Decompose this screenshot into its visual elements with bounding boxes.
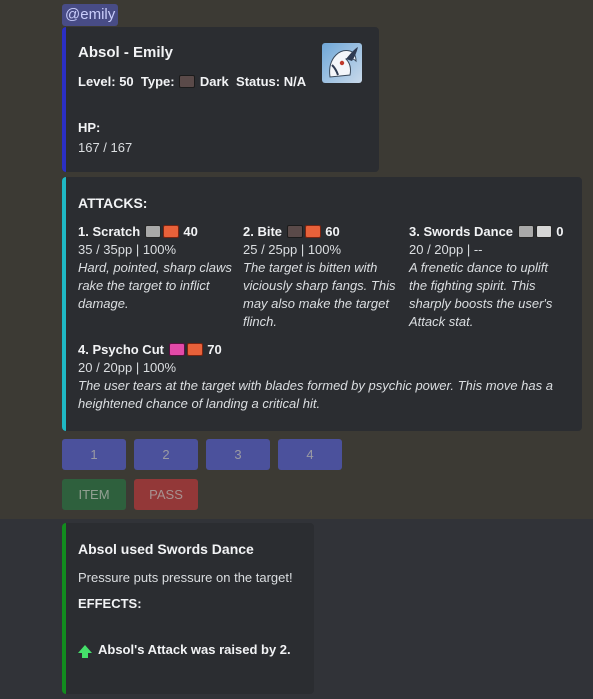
move-2-button[interactable]: 2 bbox=[134, 439, 198, 470]
embed-accent-bar bbox=[62, 177, 66, 431]
status-value: N/A bbox=[283, 74, 307, 89]
hp-value: 167 / 167 bbox=[78, 140, 133, 155]
dark-type-icon bbox=[286, 225, 303, 239]
attack-4-title: 4. Psycho Cut bbox=[78, 342, 164, 357]
attacks-heading: ATTACKS: bbox=[78, 195, 148, 211]
type-label: Type: bbox=[140, 74, 175, 89]
level-value: 50 bbox=[119, 74, 134, 89]
move-result-embed: Absol used Swords Dance Pressure puts pr… bbox=[62, 523, 314, 694]
attack-4-power: 70 bbox=[207, 342, 222, 357]
move-4-button[interactable]: 4 bbox=[278, 439, 342, 470]
normal-type-icon bbox=[517, 225, 534, 239]
embed-accent-bar bbox=[62, 27, 66, 172]
embed-accent-bar bbox=[62, 523, 66, 694]
item-button[interactable]: ITEM bbox=[62, 479, 126, 510]
attack-1: 1. Scratch 40 35 / 35pp | 100% Hard, poi… bbox=[78, 223, 233, 313]
dark-type-icon bbox=[179, 75, 196, 89]
psychic-type-icon bbox=[168, 343, 185, 357]
user-mention[interactable]: @emily bbox=[62, 4, 119, 26]
pokemon-status-embed: Absol - Emily Level: 50 Type: Dark Statu… bbox=[62, 27, 379, 172]
status-label: Status: bbox=[236, 74, 281, 89]
attack-1-desc: Hard, pointed, sharp claws rake the targ… bbox=[78, 260, 232, 311]
effects-label: EFFECTS: bbox=[78, 596, 142, 611]
attack-2-pp: 25 / 25pp | 100% bbox=[243, 242, 342, 257]
attack-2-title: 2. Bite bbox=[243, 224, 283, 239]
attack-2-power: 60 bbox=[325, 224, 340, 239]
level-type-status-line: Level: 50 Type: Dark Status: N/A bbox=[78, 73, 306, 91]
level-label: Level: bbox=[78, 74, 116, 89]
attack-3-power: 0 bbox=[556, 224, 564, 239]
attack-1-pp: 35 / 35pp | 100% bbox=[78, 242, 177, 257]
pass-button[interactable]: PASS bbox=[134, 479, 198, 510]
stat-up-arrow-icon bbox=[78, 644, 92, 658]
move-1-button[interactable]: 1 bbox=[62, 439, 126, 470]
pokemon-thumbnail bbox=[322, 43, 362, 83]
move-3-button[interactable]: 3 bbox=[206, 439, 270, 470]
physical-category-icon bbox=[304, 225, 321, 239]
status-category-icon bbox=[535, 225, 552, 239]
result-line: Pressure puts pressure on the target! bbox=[78, 570, 293, 585]
attack-4: 4. Psycho Cut 70 20 / 20pp | 100% The us… bbox=[78, 341, 568, 413]
attack-1-title: 1. Scratch bbox=[78, 224, 141, 239]
attack-2: 2. Bite 60 25 / 25pp | 100% The target i… bbox=[243, 223, 401, 331]
attack-1-power: 40 bbox=[183, 224, 198, 239]
result-title: Absol used Swords Dance bbox=[78, 541, 254, 557]
attack-2-desc: The target is bitten with viciously shar… bbox=[243, 260, 396, 329]
hp-label: HP: bbox=[78, 120, 101, 135]
attack-3: 3. Swords Dance 0 20 / 20pp | -- A frene… bbox=[409, 223, 569, 331]
attack-3-desc: A frenetic dance to uplift the fighting … bbox=[409, 260, 553, 329]
attack-4-pp: 20 / 20pp | 100% bbox=[78, 360, 177, 375]
attacks-embed: ATTACKS: 1. Scratch 40 35 / 35pp | 100% … bbox=[62, 177, 582, 431]
normal-type-icon bbox=[144, 225, 161, 239]
pokemon-title: Absol - Emily bbox=[78, 44, 174, 61]
attack-3-pp: 20 / 20pp | -- bbox=[409, 242, 483, 257]
type-value: Dark bbox=[199, 74, 229, 89]
attack-4-desc: The user tears at the target with blades… bbox=[78, 378, 553, 411]
effect-text: Absol's Attack was raised by 2. bbox=[98, 642, 291, 657]
attack-3-title: 3. Swords Dance bbox=[409, 224, 514, 239]
physical-category-icon bbox=[186, 343, 203, 357]
effect-line: Absol's Attack was raised by 2. bbox=[78, 641, 291, 659]
physical-category-icon bbox=[162, 225, 179, 239]
